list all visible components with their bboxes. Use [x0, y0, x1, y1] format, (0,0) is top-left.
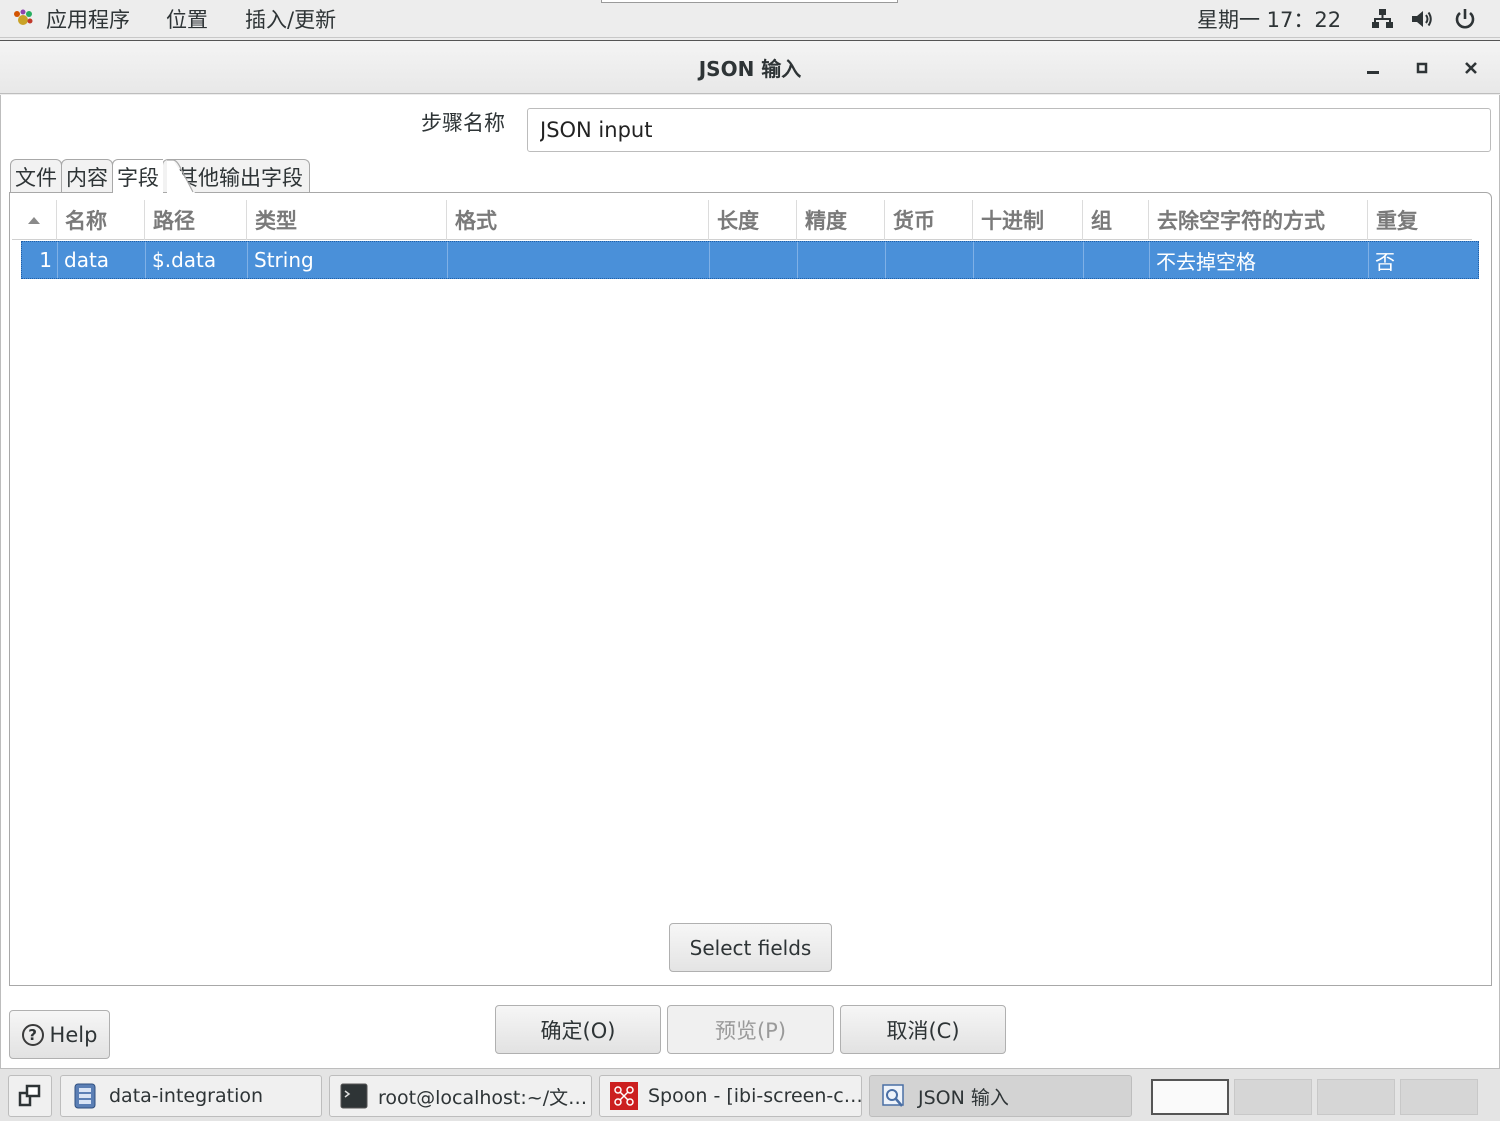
maximize-icon: [1416, 62, 1428, 74]
json-input-dialog: 步骤名称 文件 内容 字段 其他输出字段 Select fields 名称 路径…: [0, 95, 1500, 1068]
terminal-icon: [340, 1083, 368, 1109]
tab-file[interactable]: 文件: [10, 159, 62, 193]
spoon-icon: [610, 1082, 638, 1110]
menu-applications[interactable]: 应用程序: [46, 0, 130, 38]
help-label: Help: [49, 1022, 98, 1047]
fields-tab-panel: Select fields: [9, 192, 1492, 986]
window-title: JSON 输入: [698, 56, 802, 81]
network-icon[interactable]: [1370, 8, 1394, 30]
dialog-icon: [882, 1084, 904, 1107]
show-desktop-icon: [18, 1084, 41, 1107]
task-json-input[interactable]: JSON 输入: [869, 1075, 1132, 1117]
header-decimal[interactable]: 十进制: [973, 200, 1083, 240]
cell-decimal[interactable]: [974, 242, 1084, 278]
minimize-button[interactable]: [1360, 55, 1386, 81]
close-button[interactable]: [1458, 55, 1484, 81]
task-label: JSON 输入: [918, 1086, 1009, 1109]
header-format[interactable]: 格式: [447, 200, 709, 240]
tab-slant-divider: [167, 159, 195, 193]
sort-column-header[interactable]: [12, 200, 57, 240]
window-titlebar[interactable]: JSON 输入: [0, 40, 1500, 94]
table-header: 名称 路径 类型 格式 长度 精度 货币 十进制 组 去除空字符的方式 重复: [12, 200, 1472, 240]
preview-button[interactable]: 预览(P): [667, 1005, 834, 1054]
maximize-button[interactable]: [1409, 55, 1435, 81]
power-icon[interactable]: [1453, 8, 1477, 30]
cell-name[interactable]: data: [58, 242, 146, 278]
task-label: root@localhost:~/文…: [378, 1086, 588, 1109]
fields-table: 名称 路径 类型 格式 长度 精度 货币 十进制 组 去除空字符的方式 重复 1…: [12, 200, 1479, 279]
header-group[interactable]: 组: [1083, 200, 1149, 240]
header-trim-type[interactable]: 去除空字符的方式: [1149, 200, 1368, 240]
workspace-1[interactable]: [1151, 1079, 1229, 1115]
top-strip: [601, 0, 898, 3]
tab-bar: 文件 内容 字段 其他输出字段: [10, 159, 310, 193]
menu-places[interactable]: 位置: [166, 0, 208, 38]
tab-fields[interactable]: 字段: [112, 159, 163, 193]
select-fields-button[interactable]: Select fields: [669, 923, 832, 972]
step-name-input[interactable]: [527, 108, 1491, 152]
step-name-label: 步骤名称: [421, 111, 505, 135]
tab-content[interactable]: 内容: [61, 159, 113, 193]
cell-path[interactable]: $.data: [146, 242, 248, 278]
cell-length[interactable]: [710, 242, 798, 278]
workspace-3[interactable]: [1317, 1079, 1395, 1115]
task-data-integration[interactable]: data-integration: [60, 1075, 322, 1117]
header-currency[interactable]: 货币: [885, 200, 973, 240]
top-panel: 应用程序 位置 插入/更新 星期一 17：22: [0, 0, 1500, 38]
cell-group[interactable]: [1084, 242, 1150, 278]
cell-precision[interactable]: [798, 242, 886, 278]
help-icon: ?: [21, 1023, 44, 1046]
close-icon: [1465, 62, 1477, 74]
cell-currency[interactable]: [886, 242, 974, 278]
menu-insert-update[interactable]: 插入/更新: [245, 0, 336, 38]
task-terminal[interactable]: root@localhost:~/文…: [329, 1075, 592, 1117]
header-type[interactable]: 类型: [247, 200, 447, 240]
sort-up-icon: [28, 217, 40, 224]
cell-type[interactable]: String: [248, 242, 448, 278]
task-label: Spoon - [ibi-screen-c…: [648, 1085, 862, 1107]
task-spoon[interactable]: Spoon - [ibi-screen-c…: [599, 1075, 862, 1117]
header-repeat[interactable]: 重复: [1368, 200, 1472, 240]
minimize-icon: [1367, 71, 1379, 74]
cell-trim-type[interactable]: 不去掉空格: [1150, 242, 1369, 278]
header-name[interactable]: 名称: [57, 200, 145, 240]
cell-format[interactable]: [448, 242, 710, 278]
help-button[interactable]: ? Help: [9, 1010, 110, 1059]
workspace-2[interactable]: [1234, 1079, 1312, 1115]
volume-icon[interactable]: [1410, 8, 1434, 30]
header-precision[interactable]: 精度: [797, 200, 885, 240]
clock[interactable]: 星期一 17：22: [1197, 0, 1341, 38]
header-length[interactable]: 长度: [709, 200, 797, 240]
taskbar: data-integration root@localhost:~/文… Spo…: [0, 1068, 1500, 1121]
show-desktop-button[interactable]: [8, 1075, 52, 1117]
workspace-4[interactable]: [1400, 1079, 1478, 1115]
gnome-foot-icon[interactable]: [12, 9, 34, 29]
row-number: 1: [22, 242, 58, 278]
cell-repeat[interactable]: 否: [1369, 242, 1478, 278]
header-path[interactable]: 路径: [145, 200, 247, 240]
cancel-button[interactable]: 取消(C): [840, 1005, 1006, 1054]
ok-button[interactable]: 确定(O): [495, 1005, 661, 1054]
task-label: data-integration: [109, 1085, 264, 1107]
table-row[interactable]: 1 data $.data String 不去掉空格 否: [21, 241, 1479, 279]
file-manager-icon: [74, 1083, 96, 1109]
